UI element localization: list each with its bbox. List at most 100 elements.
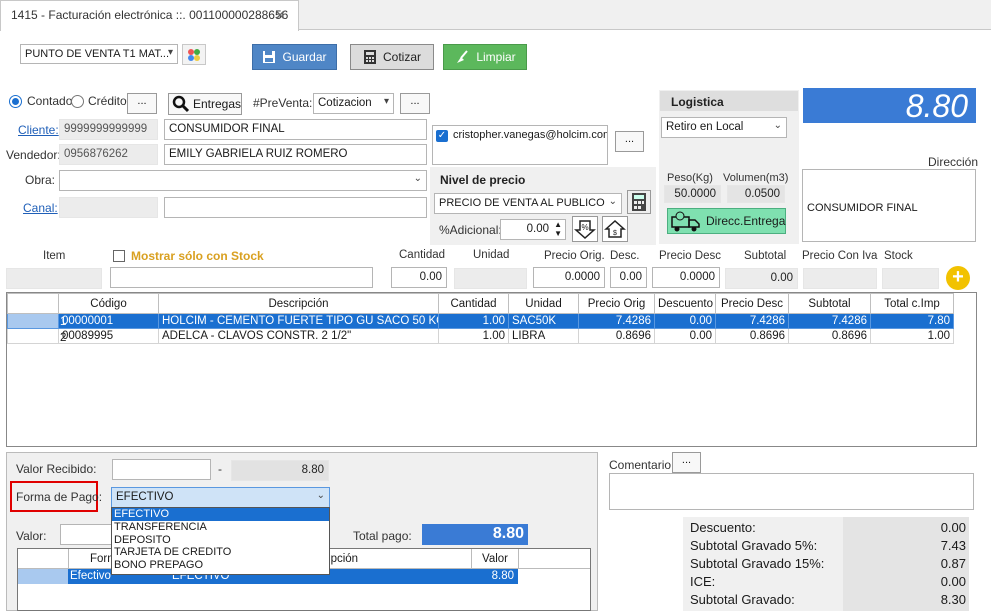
nivel-precio-select[interactable]: PRECIO DE VENTA AL PUBLICO ⌄ [434,193,622,214]
items-header-row: Código Descripción Cantidad Unidad Preci… [7,293,954,314]
truck-icon [671,211,700,232]
vendedor-name-field[interactable]: EMILY GABRIELA RUIZ ROMERO [164,144,427,165]
logistica-title: Logistica [671,95,724,109]
preventa-select[interactable]: Cotizacion ▾ [313,93,394,114]
apply-price-button[interactable]: % [572,216,598,242]
comentario-label: Comentario: [609,458,675,472]
col-total-imp[interactable]: Total c.Imp [870,293,954,314]
cotizar-button[interactable]: Cotizar [350,44,434,70]
contado-radio[interactable] [9,95,22,108]
svg-text:%: % [581,223,588,232]
items-table: Código Descripción Cantidad Unidad Preci… [7,293,954,344]
total-pago-label: Total pago: [353,529,412,543]
item-code-field[interactable] [6,268,102,289]
item-search-field[interactable] [110,267,373,288]
credito-more-button[interactable]: ... [127,93,157,114]
forma-pago-select[interactable]: EFECTIVO ⌄ [111,487,330,508]
col-descripcion[interactable]: Descripción [158,293,439,314]
cambio-value: 8.80 [231,460,329,481]
palette-icon[interactable] [182,44,206,65]
entregas-button[interactable]: Entregas [168,93,242,115]
canal-field[interactable] [164,197,427,218]
subtotal-field: 0.00 [725,268,798,289]
precio-orig-col-label: Precio Orig. [544,250,605,262]
valor-recibido-field[interactable] [112,459,211,480]
email-more-button[interactable]: ... [615,131,644,152]
volumen-value: 0.0500 [727,185,785,203]
precio-iva-col-label: Precio Con Iva [802,250,878,262]
close-icon[interactable]: ✕ [274,7,286,24]
chevron-down-icon: ▾ [167,47,173,58]
table-row[interactable]: 00000001 HOLCIM - CEMENTO FUERTE TIPO GU… [7,313,954,329]
tab-facturacion[interactable]: 1415 - Facturación electrónica ::. 00110… [0,0,299,31]
option-deposito[interactable]: DEPOSITO [112,534,329,547]
col-codigo[interactable]: Código [58,293,159,314]
adicional-label: %Adicional: [439,223,502,237]
precio-desc-field[interactable]: 0.0000 [652,267,720,288]
obra-select[interactable]: ⌄ [59,170,427,191]
credito-radio[interactable] [71,95,84,108]
price-down-icon: % [574,220,596,240]
calculator-button[interactable] [627,190,651,214]
comentario-more-button[interactable]: ... [672,452,701,473]
tab-title: 1415 - Facturación electrónica ::. 00110… [11,8,289,22]
col-precio-desc[interactable]: Precio Desc [715,293,789,314]
col-subtotal[interactable]: Subtotal [788,293,871,314]
total-pago-value: 8.80 [422,524,528,545]
col-precio-orig[interactable]: Precio Orig [578,293,655,314]
vendedor-id: 0956876262 [59,144,158,165]
calculator-icon [363,50,376,64]
dash-label: - [218,462,222,476]
table-row[interactable]: 00089995 ADELCA - CLAVOS CONSTR. 2 1/2" … [7,328,954,344]
direccion-field[interactable]: CONSUMIDOR FINAL [802,169,976,242]
chevron-down-icon: ⌄ [773,120,782,131]
logistica-select[interactable]: Retiro en Local ⌄ [661,117,787,138]
desc-field[interactable]: 0.00 [610,267,647,288]
spin-icon[interactable]: ▲ ▼ [554,220,562,238]
totals-ice: ICE: 0.00 [690,574,966,589]
option-tarjeta-credito[interactable]: TARJETA DE CREDITO [112,546,329,559]
add-item-button[interactable]: + [946,266,970,290]
option-efectivo[interactable]: EFECTIVO [112,508,329,521]
cliente-name-field[interactable]: CONSUMIDOR FINAL [164,119,427,140]
items-grid: Código Descripción Cantidad Unidad Preci… [6,292,977,447]
save-button[interactable]: Guardar [252,44,337,70]
credito-label: Crédito [88,94,127,108]
home-price-button[interactable]: $ [602,216,628,242]
email-checkbox[interactable]: ✓ [436,130,448,142]
stock-only-label: Mostrar sólo con Stock [131,249,264,263]
totals-gravado-5: Subtotal Gravado 5%: 7.43 [690,538,966,553]
forma-pago-label: Forma de Pago: [16,490,103,504]
col-valor[interactable]: Valor [482,553,508,565]
comentario-field[interactable] [609,473,974,510]
cliente-link[interactable]: Cliente: [18,123,59,137]
stock-only-checkbox[interactable] [113,250,125,262]
chevron-down-icon: ▾ [383,96,389,107]
preventa-more-button[interactable]: ... [400,93,430,114]
desc-col-label: Desc. [610,250,640,262]
cantidad-field[interactable]: 0.00 [391,267,447,288]
option-bono-prepago[interactable]: BONO PREPAGO [112,559,329,572]
cantidad-col-label: Cantidad [399,249,446,261]
canal-id [59,197,158,218]
home-icon: $ [604,219,626,238]
col-cantidad[interactable]: Cantidad [438,293,509,314]
unidad-col-label: Unidad [473,249,510,261]
subtotal-col-label: Subtotal [744,250,787,262]
canal-link[interactable]: Canal: [23,201,58,215]
email-field[interactable]: ✓ cristopher.vanegas@holcim.com [432,125,608,165]
adicional-stepper[interactable]: 0.00 ▲ ▼ [500,219,566,240]
precio-desc-col-label: Precio Desc [659,250,721,262]
direccion-label: Dirección [928,155,979,169]
limpiar-button[interactable]: Limpiar [443,44,527,70]
punto-venta-select[interactable]: PUNTO DE VENTA T1 MAT... ▾ [20,44,178,64]
direcc-entrega-button[interactable]: Direcc.Entrega [667,208,786,234]
precio-orig-field[interactable]: 0.0000 [533,267,605,288]
item-col-label: Item [43,250,66,262]
col-unidad[interactable]: Unidad [508,293,579,314]
option-transferencia[interactable]: TRANSFERENCIA [112,521,329,534]
col-descuento[interactable]: Descuento [654,293,716,314]
preventa-label: #PreVenta: [253,96,313,110]
row-number: 1 [60,316,67,328]
valor-recibido-label: Valor Recibido: [16,462,97,476]
